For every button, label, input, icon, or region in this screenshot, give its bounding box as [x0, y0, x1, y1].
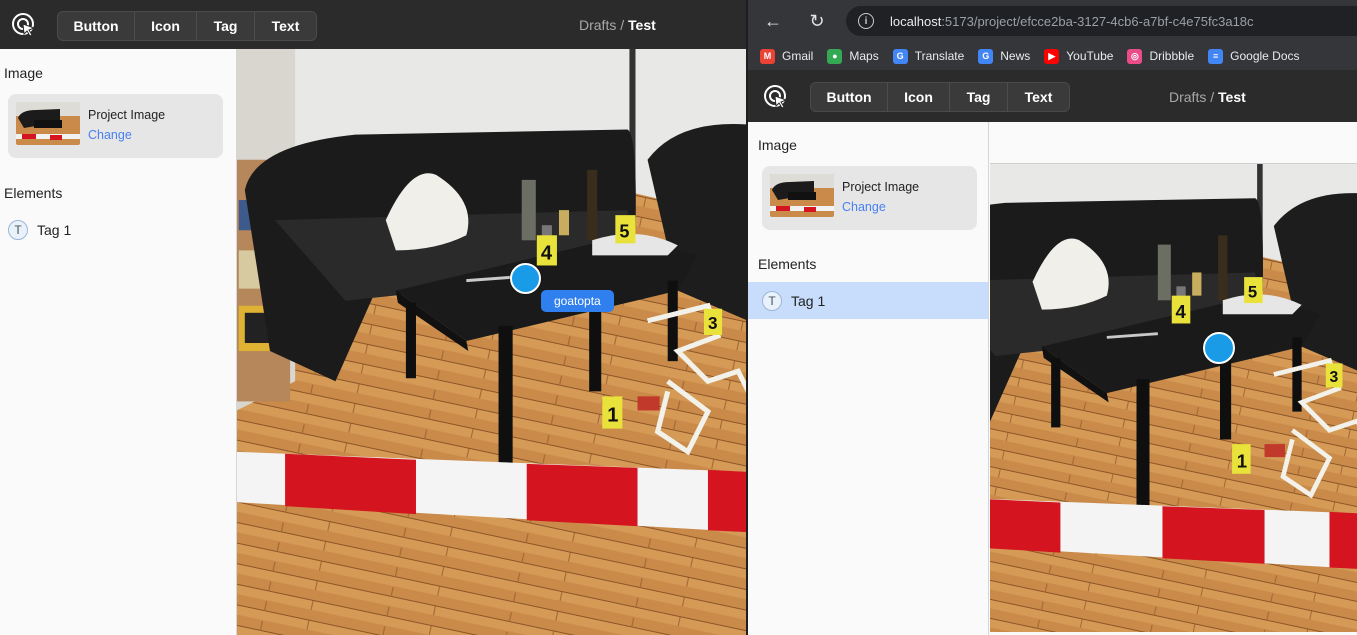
- add-text-tool[interactable]: Text: [255, 12, 316, 40]
- bookmark-label: Dribbble: [1149, 49, 1195, 63]
- app-header: Button Icon Tag Text Drafts / Test: [748, 70, 1357, 122]
- gmail-icon: M: [760, 48, 775, 64]
- breadcrumb-separator: /: [1206, 89, 1219, 105]
- bookmark-label: Google Docs: [1230, 49, 1300, 63]
- element-label: Tag 1: [791, 292, 826, 309]
- bookmark-translate[interactable]: G Translate: [892, 48, 965, 64]
- element-list-item-selected[interactable]: T Tag 1: [748, 282, 988, 319]
- add-button-tool[interactable]: Button: [811, 83, 888, 111]
- breadcrumb: Drafts / Test: [1169, 89, 1246, 105]
- element-toolbar: Button Icon Tag Text: [810, 82, 1070, 112]
- bookmark-label: YouTube: [1066, 49, 1114, 63]
- tag-type-icon: T: [8, 219, 28, 240]
- app-header: Button Icon Tag Text Drafts / Test: [0, 0, 746, 49]
- elements-section-title: Elements: [4, 185, 63, 201]
- change-image-link[interactable]: Change: [842, 200, 886, 214]
- element-label: Tag 1: [37, 221, 72, 238]
- docs-icon: ≡: [1208, 48, 1224, 64]
- dribbble-icon: ◎: [1127, 48, 1143, 64]
- breadcrumb-parent[interactable]: Drafts: [579, 17, 616, 33]
- breadcrumb-separator: /: [616, 17, 629, 33]
- site-info-icon[interactable]: i: [858, 13, 874, 29]
- bookmark-label: Gmail: [782, 49, 814, 63]
- project-image-card: Project Image Change: [762, 166, 977, 230]
- project-image-name: Project Image: [88, 108, 166, 122]
- tag-type-icon: T: [762, 290, 782, 311]
- image-section-title: Image: [4, 65, 43, 81]
- youtube-icon: ▶: [1044, 48, 1060, 64]
- elements-section-title: Elements: [758, 256, 817, 272]
- url-text: localhost:5173/project/efcce2ba-3127-4cb…: [890, 13, 1254, 29]
- project-image: [237, 49, 746, 635]
- element-list-item[interactable]: T Tag 1: [0, 211, 236, 248]
- sidebar: Image Project Image Change Elements T Ta…: [0, 49, 237, 635]
- add-tag-tool[interactable]: Tag: [950, 83, 1008, 111]
- project-image: [990, 164, 1357, 632]
- tag-tooltip: goatopta: [541, 290, 614, 312]
- tag-marker[interactable]: [1203, 332, 1235, 364]
- project-image-thumbnail: [770, 174, 834, 217]
- element-toolbar: Button Icon Tag Text: [57, 11, 317, 41]
- breadcrumb: Drafts / Test: [579, 17, 656, 33]
- bookmark-dribbble[interactable]: ◎ Dribbble: [1127, 48, 1195, 64]
- breadcrumb-parent[interactable]: Drafts: [1169, 89, 1206, 105]
- image-canvas[interactable]: [990, 163, 1357, 632]
- project-image-thumbnail: [16, 102, 80, 145]
- maps-icon: ●: [827, 48, 843, 64]
- reload-icon[interactable]: ↻: [806, 10, 828, 32]
- image-canvas[interactable]: goatopta: [237, 49, 746, 635]
- breadcrumb-current: Test: [1218, 89, 1246, 105]
- bookmark-label: News: [1000, 49, 1031, 63]
- add-text-tool[interactable]: Text: [1008, 83, 1069, 111]
- tag-marker[interactable]: [510, 263, 541, 294]
- browser-toolbar: ← ↻ i localhost:5173/project/efcce2ba-31…: [748, 0, 1357, 42]
- app-logo-icon[interactable]: [11, 12, 37, 38]
- bookmark-news[interactable]: G News: [978, 48, 1031, 64]
- bookmark-google-docs[interactable]: ≡ Google Docs: [1208, 48, 1300, 64]
- bookmark-gmail[interactable]: M Gmail: [760, 48, 814, 64]
- image-section-title: Image: [758, 137, 797, 153]
- bookmarks-bar: M Gmail ● Maps G Translate G News ▶ YouTube ◎ Dribb…: [748, 42, 1357, 70]
- change-image-link[interactable]: Change: [88, 128, 132, 142]
- translate-icon: G: [892, 48, 908, 64]
- add-icon-tool[interactable]: Icon: [135, 12, 197, 40]
- add-icon-tool[interactable]: Icon: [888, 83, 950, 111]
- bookmark-label: Maps: [849, 49, 879, 63]
- bookmark-label: Translate: [914, 49, 965, 63]
- app-window-left: Button Icon Tag Text Drafts / Test Image…: [0, 0, 746, 635]
- address-bar[interactable]: i localhost:5173/project/efcce2ba-3127-4…: [846, 6, 1357, 36]
- bookmark-youtube[interactable]: ▶ YouTube: [1044, 48, 1114, 64]
- news-icon: G: [978, 48, 994, 64]
- project-image-name: Project Image: [842, 180, 920, 194]
- add-button-tool[interactable]: Button: [58, 12, 135, 40]
- app-logo-icon[interactable]: [763, 84, 789, 110]
- add-tag-tool[interactable]: Tag: [197, 12, 255, 40]
- back-arrow-icon[interactable]: ←: [762, 10, 784, 32]
- breadcrumb-current: Test: [628, 17, 656, 33]
- bookmark-maps[interactable]: ● Maps: [827, 48, 879, 64]
- browser-window: ← ↻ i localhost:5173/project/efcce2ba-31…: [748, 0, 1357, 635]
- project-image-card: Project Image Change: [8, 94, 223, 158]
- sidebar: Image Project Image Change Elements T Ta…: [748, 122, 989, 635]
